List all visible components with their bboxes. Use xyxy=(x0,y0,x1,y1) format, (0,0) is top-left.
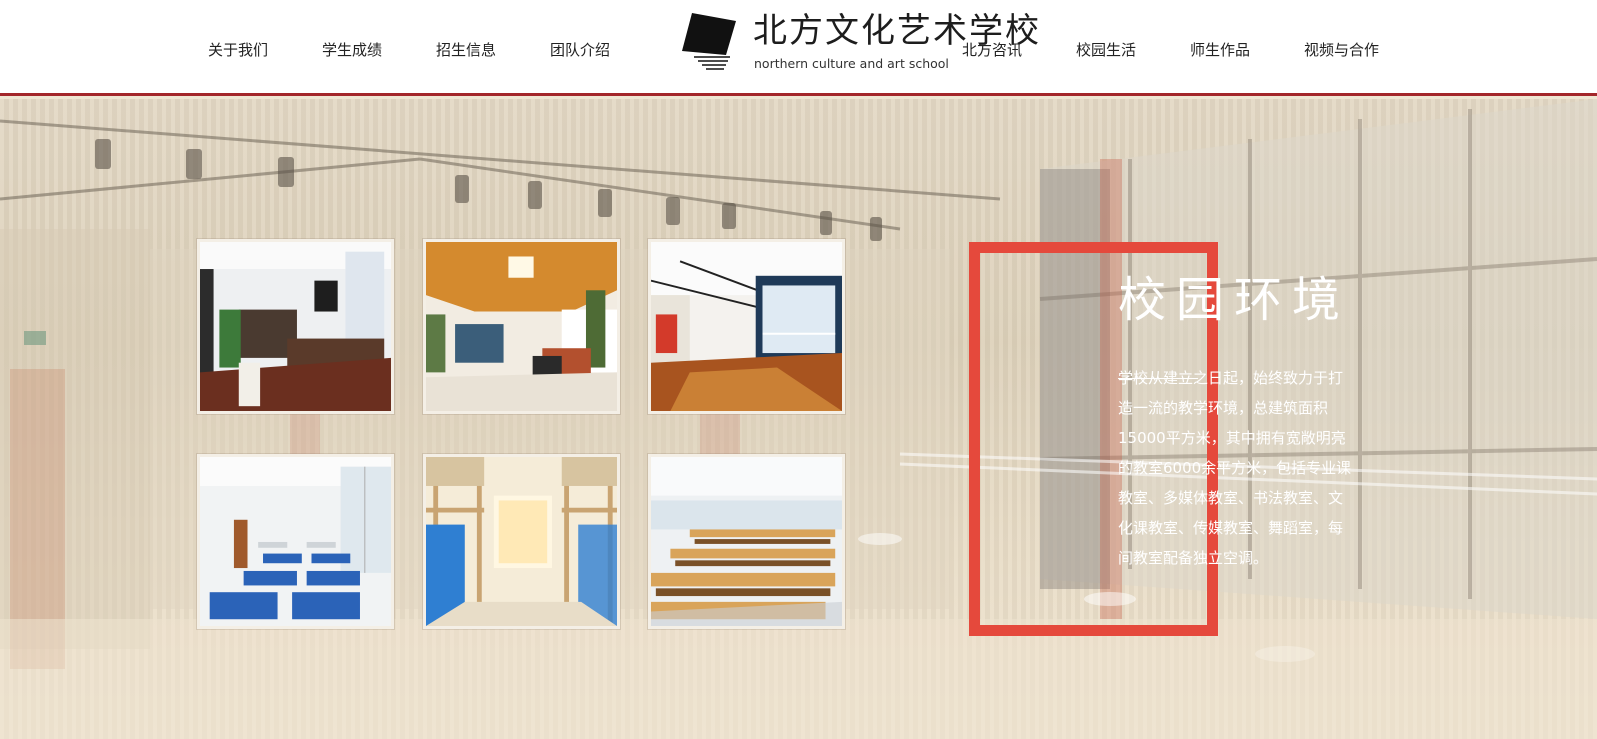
gallery-photo-dormitory[interactable] xyxy=(423,454,620,629)
logo[interactable]: 北方文化艺术学校 northern culture and art school xyxy=(680,8,1039,76)
campus-environment-hero xyxy=(0,99,1597,739)
section-description: 学校从建立之日起，始终致力于打造一流的教学环境，总建筑面积15000平方米，其中… xyxy=(1118,369,1352,567)
gallery-photo-lounge[interactable] xyxy=(423,239,620,414)
nav-campus-life[interactable]: 校园生活 xyxy=(1076,38,1136,62)
nav-student-results[interactable]: 学生成绩 xyxy=(322,38,382,62)
dance-studio-background-image xyxy=(0,99,1597,739)
office-photo-icon xyxy=(200,242,391,411)
site-header: 关于我们 学生成绩 招生信息 团队介绍 北方文化艺术学校 northern cu… xyxy=(0,0,1597,96)
gallery-photo-dance-studio[interactable] xyxy=(648,239,845,414)
nav-team[interactable]: 团队介绍 xyxy=(550,38,610,62)
gallery-photo-office[interactable] xyxy=(197,239,394,414)
nav-news[interactable]: 北方咨讯 xyxy=(962,38,1022,62)
logo-mark-icon xyxy=(682,13,736,70)
nav-video-cooperation[interactable]: 视频与合作 xyxy=(1304,38,1379,62)
dormitory-photo-icon xyxy=(426,457,617,626)
nav-about[interactable]: 关于我们 xyxy=(208,38,268,62)
cafeteria-photo-icon xyxy=(651,457,842,626)
nav-admissions[interactable]: 招生信息 xyxy=(436,38,496,62)
dance-studio-photo-icon xyxy=(651,242,842,411)
gallery-photo-classroom[interactable] xyxy=(197,454,394,629)
classroom-photo-icon xyxy=(200,457,391,626)
lounge-photo-icon xyxy=(426,242,617,411)
gallery-photo-cafeteria[interactable] xyxy=(648,454,845,629)
section-title: 校园环境 xyxy=(1118,272,1351,328)
logo-english-name: northern culture and art school xyxy=(754,56,949,71)
nav-works[interactable]: 师生作品 xyxy=(1190,38,1250,62)
